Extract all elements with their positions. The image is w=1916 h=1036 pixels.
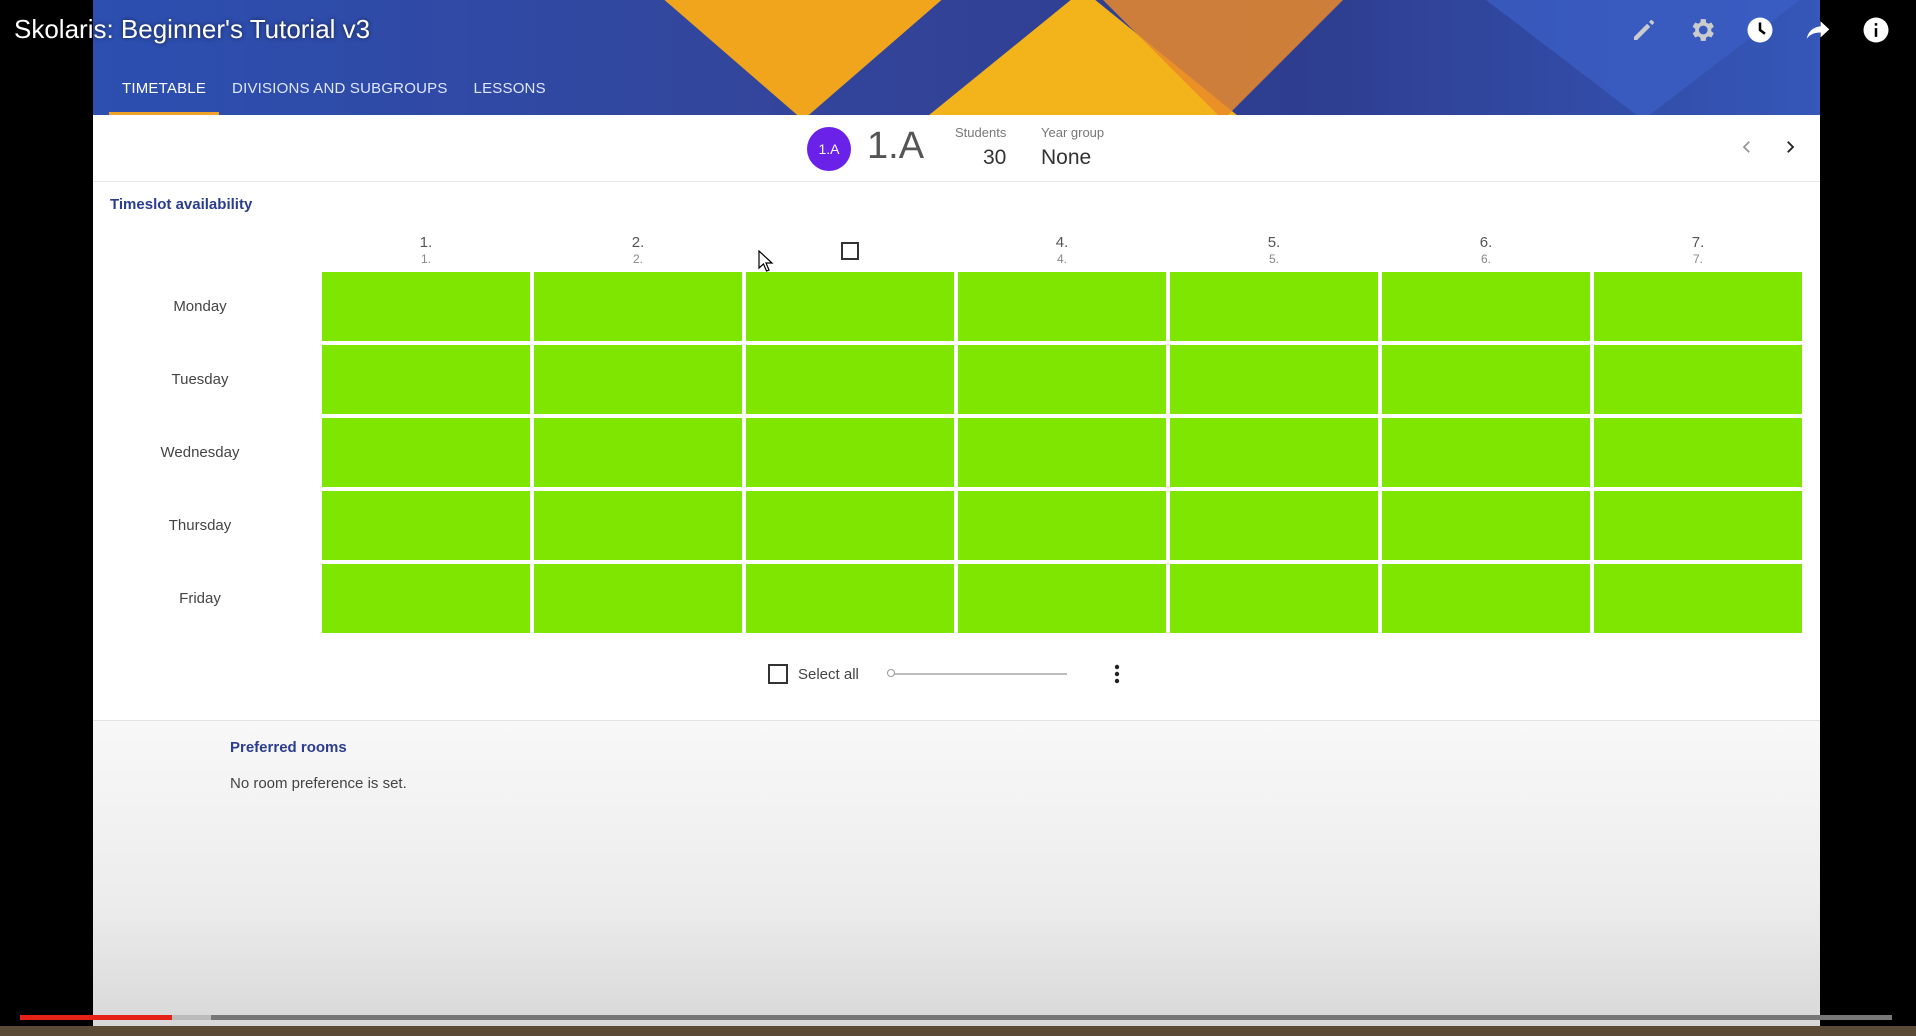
availability-slider[interactable] <box>886 669 1067 677</box>
preferred-rooms-section: Preferred rooms No room preference is se… <box>93 720 1820 1026</box>
period-header[interactable]: 5. 5. <box>1170 235 1378 267</box>
timeslot-cell[interactable] <box>1382 418 1590 487</box>
timeslot-cell[interactable] <box>746 564 954 633</box>
timeslot-cell[interactable] <box>1594 491 1802 560</box>
day-label[interactable]: Monday <box>93 298 307 315</box>
year-group-field: Year group None <box>1041 125 1104 170</box>
period-header[interactable]: 4. 4. <box>958 235 1166 267</box>
timeslot-cell[interactable] <box>1382 491 1590 560</box>
period-subnumber: 7. <box>1692 252 1703 266</box>
info-icon[interactable] <box>1858 12 1894 48</box>
app-window: TIMETABLE DIVISIONS AND SUBGROUPS LESSON… <box>93 0 1820 1026</box>
timeslot-cell[interactable] <box>534 345 742 414</box>
timeslot-cell[interactable] <box>746 272 954 341</box>
mouse-pointer-icon <box>758 249 774 277</box>
timeslot-cell[interactable] <box>322 418 530 487</box>
timeslot-cell[interactable] <box>322 345 530 414</box>
slider-knob[interactable] <box>886 669 895 677</box>
period-number: 7. <box>1691 234 1705 251</box>
class-name: 1.A <box>867 125 925 167</box>
timeslot-cell[interactable] <box>534 491 742 560</box>
timeslot-cell[interactable] <box>958 491 1166 560</box>
timeslot-cell[interactable] <box>746 345 954 414</box>
timeslot-cell[interactable] <box>958 345 1166 414</box>
share-icon[interactable] <box>1800 12 1836 48</box>
select-all-checkbox[interactable] <box>768 664 788 684</box>
day-label[interactable]: Thursday <box>93 517 307 534</box>
timeslot-cell[interactable] <box>1382 345 1590 414</box>
preferred-rooms-title: Preferred rooms <box>230 739 347 756</box>
chevron-right-icon[interactable] <box>1774 131 1806 163</box>
gear-icon[interactable] <box>1684 12 1720 48</box>
timeslot-availability-title: Timeslot availability <box>110 196 253 213</box>
timeslot-cell[interactable] <box>322 491 530 560</box>
year-group-label: Year group <box>1041 125 1105 140</box>
timeslot-cell[interactable] <box>1170 272 1378 341</box>
timeslot-cell[interactable] <box>534 418 742 487</box>
timeslot-cell[interactable] <box>958 564 1166 633</box>
timeslot-cell[interactable] <box>1382 564 1590 633</box>
timeslot-cell[interactable] <box>1594 345 1802 414</box>
preferred-rooms-text: No room preference is set. <box>230 775 407 792</box>
tab-bar: TIMETABLE DIVISIONS AND SUBGROUPS LESSON… <box>109 80 559 115</box>
period-header[interactable]: 2. 2. <box>534 235 742 267</box>
day-label[interactable]: Friday <box>93 590 307 607</box>
period-subnumber: 6. <box>1480 252 1491 266</box>
students-value: 30 <box>982 146 1007 169</box>
timeslot-cell[interactable] <box>534 272 742 341</box>
timeslot-cell[interactable] <box>746 418 954 487</box>
period-number: 5. <box>1267 234 1281 251</box>
students-field: Students 30 <box>955 125 1006 170</box>
period-number: 6. <box>1479 234 1493 251</box>
period-header[interactable]: 6. 6. <box>1382 235 1590 267</box>
clock-icon[interactable] <box>1742 12 1778 48</box>
period-number: 2. <box>631 234 645 251</box>
avatar: 1.A <box>807 127 851 171</box>
period-subnumber: 5. <box>1268 252 1279 266</box>
video-title: Skolaris: Beginner's Tutorial v3 <box>14 14 371 44</box>
year-group-value: None <box>1041 146 1092 169</box>
timeslot-cell[interactable] <box>1382 272 1590 341</box>
timeslot-cell[interactable] <box>958 418 1166 487</box>
tab-lessons[interactable]: LESSONS <box>461 80 559 115</box>
period-header[interactable]: 7. 7. <box>1594 235 1802 267</box>
period-header[interactable]: 1. 1. <box>322 235 530 267</box>
day-label[interactable]: Wednesday <box>93 444 307 461</box>
timeslot-cell[interactable] <box>1594 564 1802 633</box>
timeslot-cell[interactable] <box>1170 345 1378 414</box>
video-overlay-actions <box>1626 12 1894 48</box>
tab-timetable[interactable]: TIMETABLE <box>109 80 220 115</box>
progress-played <box>20 1015 172 1020</box>
class-info-bar: 1.A 1.A Students 30 Year group None <box>93 115 1820 182</box>
grid-controls: Select all <box>768 662 1125 686</box>
period-number: 4. <box>1055 234 1069 251</box>
chevron-left-icon[interactable] <box>1731 131 1763 163</box>
timeslot-cell[interactable] <box>534 564 742 633</box>
students-label: Students <box>955 125 1007 140</box>
period-subnumber: 2. <box>632 252 643 266</box>
timeslot-cell[interactable] <box>322 564 530 633</box>
timeslot-cell[interactable] <box>958 272 1166 341</box>
timeslot-cell[interactable] <box>1594 272 1802 341</box>
video-progress-bar[interactable] <box>20 1015 1892 1020</box>
period-3-checkbox[interactable] <box>841 242 859 260</box>
timeslot-cell[interactable] <box>1170 418 1378 487</box>
period-subnumber: 1. <box>420 252 431 266</box>
period-number: 1. <box>419 234 433 251</box>
timeslot-cell[interactable] <box>1170 491 1378 560</box>
timeslot-cell[interactable] <box>1170 564 1378 633</box>
timeslot-cell[interactable] <box>746 491 954 560</box>
timeslot-cell[interactable] <box>322 272 530 341</box>
select-all-label: Select all <box>798 665 859 683</box>
timeslot-cell[interactable] <box>1594 418 1802 487</box>
day-label[interactable]: Tuesday <box>93 371 307 388</box>
tab-divisions-and-subgroups[interactable]: DIVISIONS AND SUBGROUPS <box>219 80 460 115</box>
period-subnumber: 4. <box>1056 252 1067 266</box>
pencil-icon[interactable] <box>1626 12 1662 48</box>
more-vert-icon[interactable] <box>1109 662 1125 686</box>
video-bottom-strip <box>0 1026 1916 1036</box>
